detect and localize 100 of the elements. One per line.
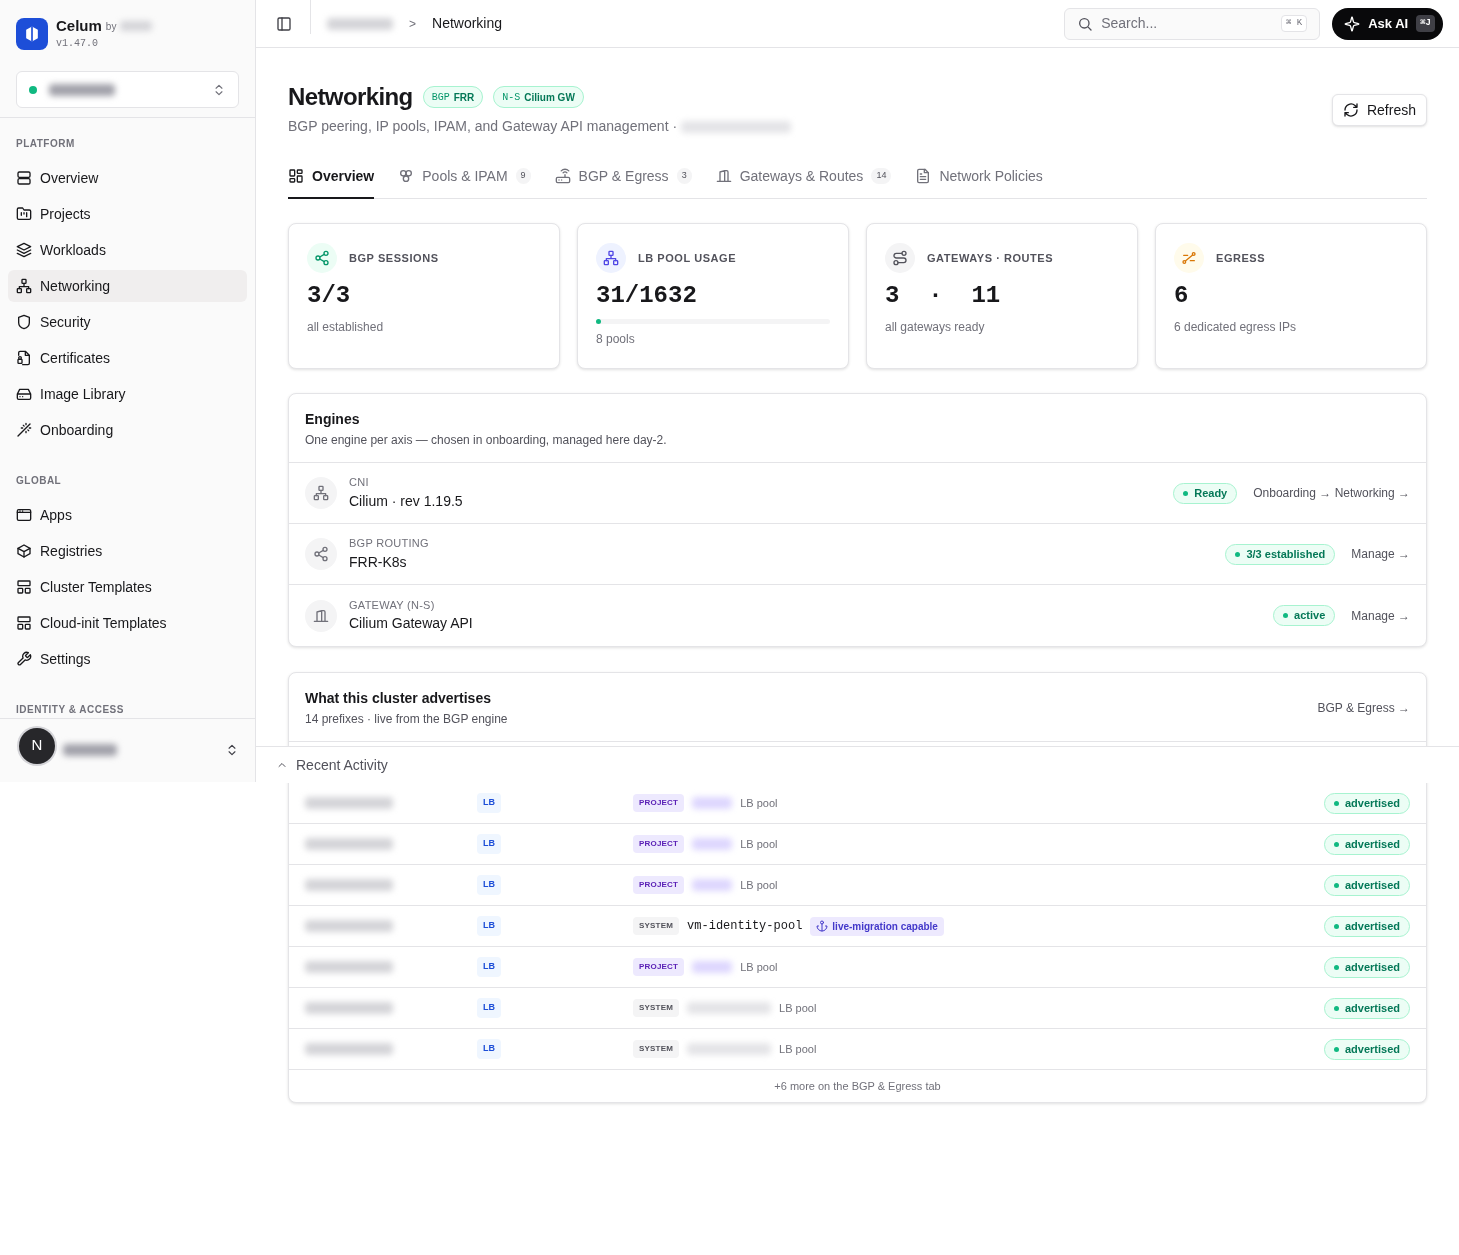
pool-note: LB pool [779, 1000, 817, 1016]
redacted-text [120, 21, 153, 31]
network-icon [16, 278, 32, 294]
search-field[interactable]: Search... ⌘ K [1064, 7, 1321, 40]
stat-note: 8 pools [596, 331, 636, 348]
engine-axis: GATEWAY (N-S) [349, 597, 436, 613]
door-icon [313, 607, 329, 624]
drive-icon [16, 386, 32, 402]
redacted-text [63, 743, 117, 756]
type-badge: LB [477, 916, 501, 936]
nav-item[interactable]: Projects [8, 198, 247, 230]
share-icon [313, 546, 329, 562]
refresh-icon [1342, 102, 1359, 118]
more-link[interactable]: +6 more on the BGP & Egress tab [289, 1070, 1426, 1102]
engine-link[interactable]: Manage → [1351, 606, 1410, 625]
anchor-icon [816, 920, 829, 932]
nav-item[interactable]: Certificates [8, 342, 247, 374]
type-badge: LB [477, 957, 501, 977]
section-label: PLATFORM [15, 137, 76, 151]
engine-name: Cilium · rev 1.19.5 [349, 491, 463, 511]
count-badge: 9 [515, 168, 531, 184]
badge-prefix: BGP [431, 90, 450, 105]
template-icon [16, 579, 32, 595]
stat-label: BGP SESSIONS [349, 250, 439, 266]
network-icon [313, 485, 329, 501]
stat-value: 3 · 11 [885, 281, 1002, 311]
nav-item[interactable]: Onboarding [8, 414, 247, 446]
version-text: v1.47.0 [56, 37, 99, 51]
section-label: IDENTITY & ACCESS [15, 703, 125, 717]
folder-icon [16, 206, 32, 222]
capability-badge: live-migration capable [810, 916, 944, 936]
engine-link[interactable]: Manage → [1351, 545, 1410, 563]
nav-item[interactable]: Workloads [8, 234, 247, 266]
nav-item[interactable]: Registries [8, 535, 247, 567]
pool-note: LB pool [779, 1041, 817, 1057]
dashboard-icon [288, 168, 304, 184]
sparkle-icon [1344, 15, 1361, 32]
logo-icon [16, 17, 48, 50]
section-label: GLOBAL [15, 474, 63, 488]
status-badge: advertised [1323, 1038, 1410, 1060]
page-subtitle: BGP peering, IP pools, IPAM, and Gateway API management · [288, 117, 678, 136]
badge-prefix: N-S [502, 90, 521, 105]
scope-tag: PROJECT [633, 794, 685, 812]
network-icon [603, 250, 619, 266]
tab[interactable]: BGP & Egress 3 [554, 159, 692, 199]
engine-link[interactable]: Onboarding → Networking → [1253, 484, 1410, 502]
stat-label: EGRESS [1216, 250, 1266, 266]
pool-note: LB pool [740, 836, 778, 852]
nav-item[interactable]: Overview [8, 162, 247, 194]
breadcrumb-current: Networking [432, 14, 503, 33]
tab[interactable]: Overview [288, 159, 375, 199]
panel-subtitle: One engine per axis — chosen in onboarding, managed here day-2. [305, 432, 668, 449]
nav-item[interactable]: Cloud-init Templates [8, 607, 247, 639]
page-title: Networking [288, 82, 413, 112]
engine-name: FRR-K8s [349, 552, 408, 572]
scope-tag: SYSTEM [633, 917, 680, 935]
redacted-text [692, 879, 733, 891]
nav-item[interactable]: Image Library [8, 378, 247, 410]
type-badge: LB [477, 1039, 501, 1059]
tab[interactable]: Pools & IPAM 9 [398, 159, 531, 199]
nav-item[interactable]: Networking [8, 270, 247, 302]
count-badge: 14 [871, 168, 892, 184]
count-badge: 3 [676, 168, 692, 184]
scope-tag: SYSTEM [633, 999, 680, 1017]
pool-note: LB pool [740, 795, 778, 811]
box-icon [16, 543, 32, 559]
refresh-button[interactable]: Refresh [1331, 94, 1427, 126]
status-badge: Ready [1173, 482, 1238, 504]
status-badge: 3/3 established [1225, 543, 1336, 565]
redacted-text [692, 797, 733, 809]
template-icon [16, 615, 32, 631]
recent-activity-bar[interactable]: Recent Activity [256, 746, 1459, 783]
status-badge: active [1273, 605, 1336, 626]
ask-ai-button[interactable]: Ask AI ⌘J [1332, 7, 1443, 40]
nav-item[interactable]: Apps [8, 499, 247, 531]
panel-title: What this cluster advertises [305, 689, 492, 708]
user-avatar[interactable]: N [19, 727, 55, 764]
panel-title: Engines [305, 410, 361, 429]
tab[interactable]: Gateways & Routes 14 [715, 159, 892, 199]
scope-tag: SYSTEM [633, 1040, 680, 1058]
engine-axis: CNI [349, 475, 370, 491]
route-icon [892, 250, 908, 266]
type-badge: LB [477, 793, 501, 813]
brand-by: by [105, 19, 117, 34]
sidebar-toggle-icon[interactable] [276, 15, 292, 32]
panel-link[interactable]: BGP & Egress → [1317, 699, 1410, 717]
search-icon [1077, 15, 1094, 32]
server-icon [16, 170, 32, 186]
nav-item[interactable]: Settings [8, 643, 247, 675]
status-badge: advertised [1323, 833, 1410, 855]
search-input[interactable]: Search... [1101, 13, 1273, 34]
nav-item[interactable]: Cluster Templates [8, 571, 247, 603]
badge-value: FRR [453, 90, 475, 105]
scope-tag: PROJECT [633, 958, 685, 976]
breadcrumb-separator: > [409, 15, 416, 33]
redacted-text [692, 961, 733, 973]
tab[interactable]: Network Policies [915, 159, 1043, 199]
split-icon [1181, 250, 1197, 266]
nav-item[interactable]: Security [8, 306, 247, 338]
type-badge: LB [477, 998, 501, 1018]
